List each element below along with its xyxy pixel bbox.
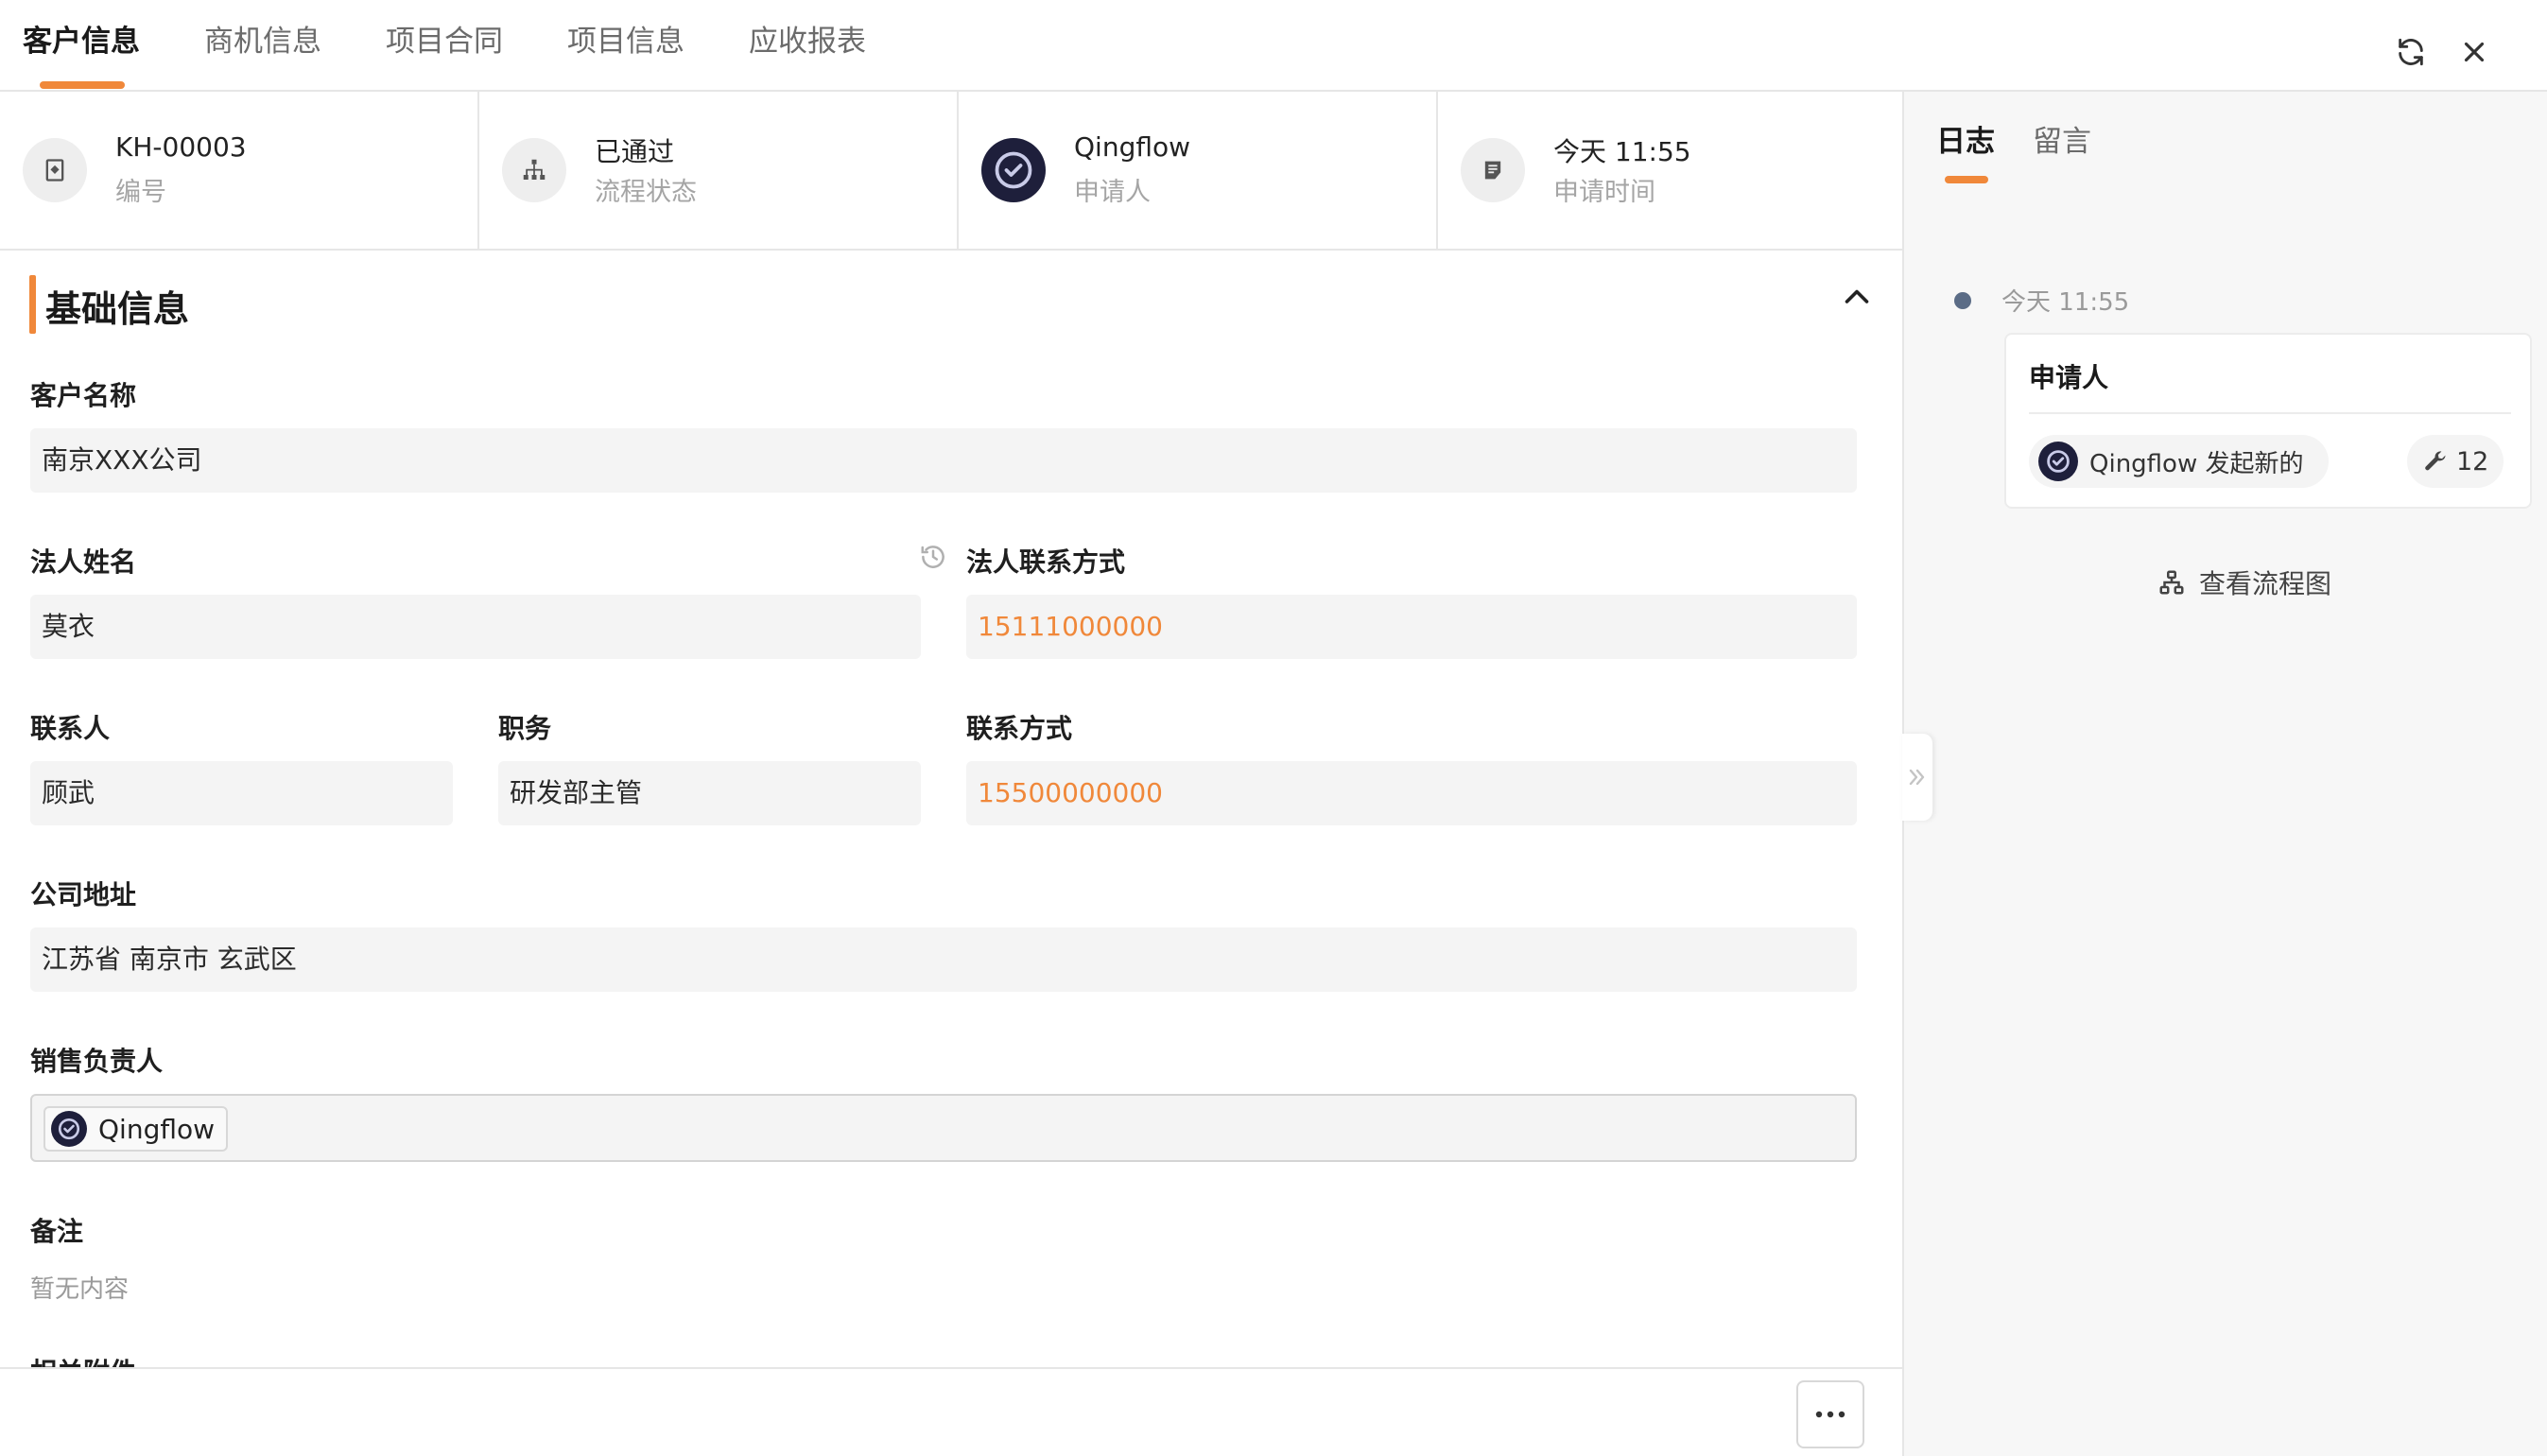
wrench-icon [2425, 451, 2446, 471]
process-status-value: 已通过 [595, 136, 675, 167]
remarks-label: 备注 [30, 1216, 84, 1247]
log-count: 12 [2456, 446, 2489, 477]
log-card: 申请人 Qingflow 发起新的 12 [2004, 333, 2532, 509]
activity-panel [1904, 92, 2547, 1456]
address-field[interactable]: 江苏省 南京市 玄武区 [30, 927, 1857, 992]
contact-info-field[interactable]: 15500000000 [966, 761, 1857, 825]
bookmark-icon [23, 138, 87, 202]
more-options-button[interactable] [1796, 1380, 1864, 1448]
process-status-label: 流程状态 [595, 178, 697, 207]
chevron-up-icon[interactable] [1840, 282, 1874, 310]
log-card-divider [2029, 412, 2511, 414]
bottom-action-bar [0, 1367, 1902, 1456]
apply-time-value: 今天 11:55 [1553, 136, 1691, 167]
applicant-value: Qingflow [1074, 131, 1191, 163]
tab-opportunity-info[interactable]: 商机信息 [204, 17, 321, 60]
double-chevron-right-icon [1909, 769, 1925, 786]
view-flowchart-link[interactable]: 查看流程图 [2157, 563, 2331, 601]
contact-person-field[interactable]: 顾武 [30, 761, 453, 825]
record-number-label: 编号 [115, 178, 166, 207]
stat-apply-time: 今天 11:55 申请时间 [1438, 92, 1917, 249]
contact-info-label: 联系方式 [966, 713, 1073, 744]
stat-applicant: Qingflow 申请人 [959, 92, 1438, 249]
section-title: 基础信息 [45, 288, 190, 330]
customer-name-field[interactable]: 南京XXX公司 [30, 428, 1857, 493]
edit-note-icon [1461, 138, 1525, 202]
tab-customer-info[interactable]: 客户信息 [23, 17, 140, 60]
log-count-badge[interactable]: 12 [2407, 435, 2504, 488]
legal-contact-label: 法人联系方式 [966, 546, 1126, 578]
remarks-empty-text: 暂无内容 [30, 1275, 130, 1304]
section-accent-bar [29, 275, 36, 334]
flowchart-icon [2159, 570, 2184, 595]
top-tab-bar: 客户信息 商机信息 项目合同 项目信息 应收报表 [0, 0, 2547, 92]
applicant-avatar [981, 138, 1046, 202]
attachments-label: 相关附件 [30, 1354, 257, 1367]
contact-person-label: 联系人 [30, 713, 111, 744]
sales-owner-field[interactable] [30, 1094, 1857, 1162]
address-label: 公司地址 [30, 879, 137, 910]
stat-process-status: 已通过 流程状态 [479, 92, 959, 249]
sales-owner-label: 销售负责人 [30, 1046, 164, 1077]
legal-contact-field[interactable]: 15111000000 [966, 595, 1857, 659]
tab-receivables-report[interactable]: 应收报表 [749, 17, 866, 60]
log-actor-pill[interactable]: Qingflow 发起新的 [2029, 435, 2329, 488]
applicant-label: 申请人 [1074, 178, 1151, 207]
expand-panel-handle[interactable] [1902, 734, 1932, 821]
position-label: 职务 [498, 713, 552, 744]
apply-time-label: 申请时间 [1553, 178, 1655, 207]
user-avatar-icon [51, 1111, 87, 1147]
stat-record-number: KH-00003 编号 [0, 92, 479, 249]
active-tab-indicator [40, 81, 125, 89]
side-tab-indicator [1945, 176, 1988, 183]
tab-comments[interactable]: 留言 [2033, 117, 2091, 160]
log-actor-text: Qingflow 发起新的 [2089, 449, 2304, 478]
legal-person-label: 法人姓名 [30, 546, 137, 578]
customer-name-label: 客户名称 [30, 380, 137, 411]
timeline-dot [1954, 292, 1971, 309]
log-card-title: 申请人 [2029, 362, 2109, 393]
timeline-time: 今天 11:55 [2001, 288, 2130, 317]
hierarchy-icon [502, 138, 566, 202]
view-flowchart-label: 查看流程图 [2199, 568, 2332, 599]
record-number-value: KH-00003 [115, 131, 247, 163]
history-icon[interactable] [919, 543, 947, 571]
legal-person-field[interactable]: 莫衣 [30, 595, 921, 659]
more-icon [1815, 1411, 1845, 1418]
tab-project-contract[interactable]: 项目合同 [386, 17, 503, 60]
close-icon[interactable] [2458, 36, 2490, 68]
tab-log[interactable]: 日志 [1936, 117, 1995, 160]
tab-project-info[interactable]: 项目信息 [567, 17, 684, 60]
refresh-icon[interactable] [2395, 36, 2427, 68]
position-field[interactable]: 研发部主管 [498, 761, 921, 825]
actor-avatar-icon [2038, 442, 2078, 481]
summary-stats: KH-00003 编号 已通过 流程状态 Qingflow 申请人 今天 11:… [0, 92, 1902, 251]
sales-owner-name: Qingflow [98, 1113, 216, 1145]
sales-owner-chip[interactable]: Qingflow [43, 1106, 229, 1152]
